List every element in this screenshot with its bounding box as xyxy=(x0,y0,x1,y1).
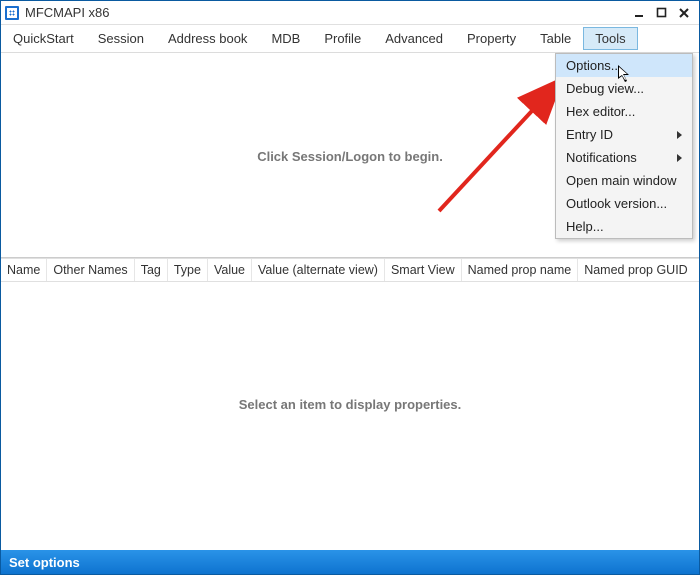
maximize-button[interactable] xyxy=(651,3,673,23)
window-controls xyxy=(629,3,695,23)
column-value-alt[interactable]: Value (alternate view) xyxy=(252,259,385,281)
app-icon xyxy=(5,6,19,20)
window-title: MFCMAPI x86 xyxy=(25,5,110,20)
dropdown-debug-view[interactable]: Debug view... xyxy=(556,77,692,100)
menu-mdb[interactable]: MDB xyxy=(259,27,312,50)
column-named-prop-name[interactable]: Named prop name xyxy=(462,259,579,281)
property-table-header: Name Other Names Tag Type Value Value (a… xyxy=(1,258,699,282)
menu-bar: QuickStart Session Address book MDB Prof… xyxy=(1,25,699,53)
dropdown-hex-editor[interactable]: Hex editor... xyxy=(556,100,692,123)
dropdown-entry-id[interactable]: Entry ID xyxy=(556,123,692,146)
minimize-icon xyxy=(634,7,646,19)
menu-advanced[interactable]: Advanced xyxy=(373,27,455,50)
column-type[interactable]: Type xyxy=(168,259,208,281)
menu-address-book[interactable]: Address book xyxy=(156,27,260,50)
lower-placeholder-text: Select an item to display properties. xyxy=(239,397,462,412)
menu-profile[interactable]: Profile xyxy=(312,27,373,50)
dropdown-notifications[interactable]: Notifications xyxy=(556,146,692,169)
dropdown-open-main-window[interactable]: Open main window xyxy=(556,169,692,192)
dropdown-item-label: Notifications xyxy=(566,150,637,165)
column-value[interactable]: Value xyxy=(208,259,252,281)
menu-tools[interactable]: Tools xyxy=(583,27,637,50)
menu-session[interactable]: Session xyxy=(86,27,156,50)
menu-property[interactable]: Property xyxy=(455,27,528,50)
column-named-prop-guid[interactable]: Named prop GUID xyxy=(578,259,694,281)
column-smart-view[interactable]: Smart View xyxy=(385,259,462,281)
chevron-right-icon xyxy=(677,131,682,139)
column-name[interactable]: Name xyxy=(1,259,47,281)
dropdown-item-label: Help... xyxy=(566,219,604,234)
title-bar: MFCMAPI x86 xyxy=(1,1,699,25)
dropdown-item-label: Outlook version... xyxy=(566,196,667,211)
dropdown-options[interactable]: Options... xyxy=(556,54,692,77)
dropdown-item-label: Hex editor... xyxy=(566,104,635,119)
status-text: Set options xyxy=(9,555,80,570)
dropdown-outlook-version[interactable]: Outlook version... xyxy=(556,192,692,215)
dropdown-item-label: Entry ID xyxy=(566,127,613,142)
dropdown-item-label: Options... xyxy=(566,58,622,73)
dropdown-item-label: Open main window xyxy=(566,173,677,188)
menu-table[interactable]: Table xyxy=(528,27,583,50)
column-tag[interactable]: Tag xyxy=(135,259,168,281)
dropdown-item-label: Debug view... xyxy=(566,81,644,96)
close-icon xyxy=(678,7,690,19)
lower-pane: Select an item to display properties. xyxy=(1,282,699,530)
upper-placeholder-text: Click Session/Logon to begin. xyxy=(257,149,443,164)
close-button[interactable] xyxy=(673,3,695,23)
dropdown-help[interactable]: Help... xyxy=(556,215,692,238)
tools-dropdown: Options... Debug view... Hex editor... E… xyxy=(555,53,693,239)
chevron-right-icon xyxy=(677,154,682,162)
maximize-icon xyxy=(656,7,668,19)
menu-quickstart[interactable]: QuickStart xyxy=(1,27,86,50)
status-bar: Set options xyxy=(1,550,699,574)
minimize-button[interactable] xyxy=(629,3,651,23)
column-other-names[interactable]: Other Names xyxy=(47,259,134,281)
